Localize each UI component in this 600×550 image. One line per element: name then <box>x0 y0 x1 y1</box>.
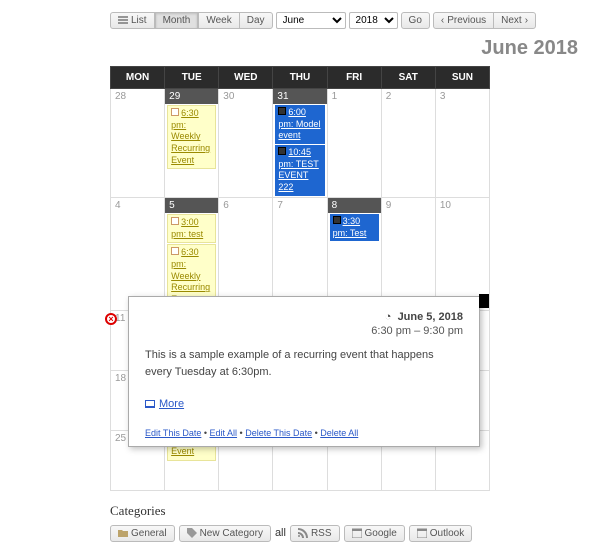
day-number: 7 <box>273 198 326 213</box>
next-button[interactable]: Next › <box>493 12 536 29</box>
event-icon <box>171 108 179 116</box>
delete-this-date-link[interactable]: Delete This Date <box>245 428 312 438</box>
delete-all-link[interactable]: Delete All <box>320 428 358 438</box>
feed-outlook[interactable]: Outlook <box>409 525 472 542</box>
event-icon <box>278 147 286 155</box>
day-number: 4 <box>111 198 164 213</box>
popover-time: 6:30 pm – 9:30 pm <box>145 325 463 337</box>
chevron-right-icon: › <box>525 15 528 26</box>
day-number: 10 <box>436 198 489 213</box>
month-view-button[interactable]: Month <box>155 12 199 29</box>
day-number: 1 <box>328 89 381 104</box>
day-cell[interactable]: 83:30 pm: Test <box>327 197 381 310</box>
day-cell[interactable]: 4 <box>111 197 165 310</box>
day-cell[interactable]: 9 <box>381 197 435 310</box>
day-cell[interactable]: 30 <box>219 89 273 198</box>
month-select[interactable]: June <box>276 12 346 29</box>
previous-button[interactable]: ‹ Previous <box>433 12 494 29</box>
event-chip[interactable]: 6:30 pm: Weekly Recurring Event <box>167 105 216 169</box>
year-select[interactable]: 2018 <box>349 12 398 29</box>
day-cell[interactable]: 53:00 pm: test6:30 pm: Weekly Recurring … <box>165 197 219 310</box>
category-new[interactable]: New Category <box>179 525 271 542</box>
week-view-button[interactable]: Week <box>198 12 239 29</box>
list-label: List <box>131 15 147 26</box>
popover-admin-links: Edit This Date • Edit All • Delete This … <box>145 428 463 438</box>
day-number: 9 <box>382 198 435 213</box>
day-number: 30 <box>219 89 272 104</box>
delete-icon[interactable]: × <box>105 313 117 325</box>
event-chip[interactable]: 3:00 pm: test <box>167 214 216 243</box>
dow-cell: WED <box>219 67 273 89</box>
feed-rss[interactable]: RSS <box>290 525 340 542</box>
dow-cell: TUE <box>165 67 219 89</box>
day-cell[interactable]: 2 <box>381 89 435 198</box>
day-number: 3 <box>436 89 489 104</box>
calendar-title: June 2018 <box>10 37 578 60</box>
dow-cell: THU <box>273 67 327 89</box>
categories-heading: Categories <box>110 503 590 519</box>
view-switch: List Month Week Day <box>110 12 273 29</box>
edit-all-link[interactable]: Edit All <box>210 428 238 438</box>
day-cell[interactable]: 7 <box>273 197 327 310</box>
dow-cell: MON <box>111 67 165 89</box>
edit-this-date-link[interactable]: Edit This Date <box>145 428 201 438</box>
event-icon <box>333 216 341 224</box>
day-cell[interactable]: 1 <box>327 89 381 198</box>
day-number: 5 <box>165 198 218 213</box>
day-number: 28 <box>111 89 164 104</box>
day-number: 6 <box>219 198 272 213</box>
rss-icon <box>298 528 308 538</box>
event-icon <box>278 107 286 115</box>
event-chip[interactable]: 3:30 pm: Test <box>330 214 379 241</box>
event-chip[interactable]: 6:00 pm: Model event <box>275 105 324 144</box>
day-number: 8 <box>328 198 381 213</box>
feed-google[interactable]: Google <box>344 525 405 542</box>
day-cell[interactable]: 3 <box>435 89 489 198</box>
dow-row: MONTUEWEDTHUFRISATSUN <box>111 67 490 89</box>
dow-cell: SAT <box>381 67 435 89</box>
folder-icon <box>118 528 128 538</box>
day-number: 29 <box>165 89 218 104</box>
list-icon <box>118 16 128 26</box>
day-cell[interactable]: 6 <box>219 197 273 310</box>
dow-cell: FRI <box>327 67 381 89</box>
event-icon <box>171 217 179 225</box>
tag-icon <box>187 528 197 538</box>
calendar-icon <box>352 528 362 538</box>
popover-date: June 5, 2018 <box>398 311 463 323</box>
day-cell[interactable]: 29 6:30 pm: Weekly Recurring Event <box>165 89 219 198</box>
chevron-left-icon: ‹ <box>441 15 444 26</box>
nav-buttons: ‹ Previous Next › <box>433 12 536 29</box>
day-cell[interactable]: 28 <box>111 89 165 198</box>
event-chip[interactable]: 10:45 pm: TEST EVENT 222 <box>275 145 324 196</box>
event-popover: ◔ June 5, 2018 6:30 pm – 9:30 pm This is… <box>128 296 480 447</box>
day-number: 31 <box>273 89 326 104</box>
day-cell[interactable]: 316:00 pm: Model event10:45 pm: TEST EVE… <box>273 89 327 198</box>
category-general[interactable]: General <box>110 525 175 542</box>
day-view-button[interactable]: Day <box>239 12 273 29</box>
category-all[interactable]: all <box>275 527 286 539</box>
event-link[interactable]: 6:30 pm: Weekly Recurring Event <box>171 108 210 165</box>
day-number: 2 <box>382 89 435 104</box>
popover-description: This is a sample example of a recurring … <box>145 347 463 380</box>
list-view-button[interactable]: List <box>110 12 155 29</box>
popover-notch <box>479 294 489 308</box>
more-link[interactable]: More <box>159 398 184 410</box>
more-icon <box>145 400 155 408</box>
event-icon <box>171 247 179 255</box>
calendar-icon <box>417 528 427 538</box>
go-button[interactable]: Go <box>401 12 430 29</box>
dow-cell: SUN <box>435 67 489 89</box>
calendar-toolbar: List Month Week Day June 2018 Go ‹ Previ… <box>110 12 590 29</box>
categories-row: General New Category all RSS Google Outl… <box>110 525 590 542</box>
clock-icon: ◔ <box>385 311 392 323</box>
